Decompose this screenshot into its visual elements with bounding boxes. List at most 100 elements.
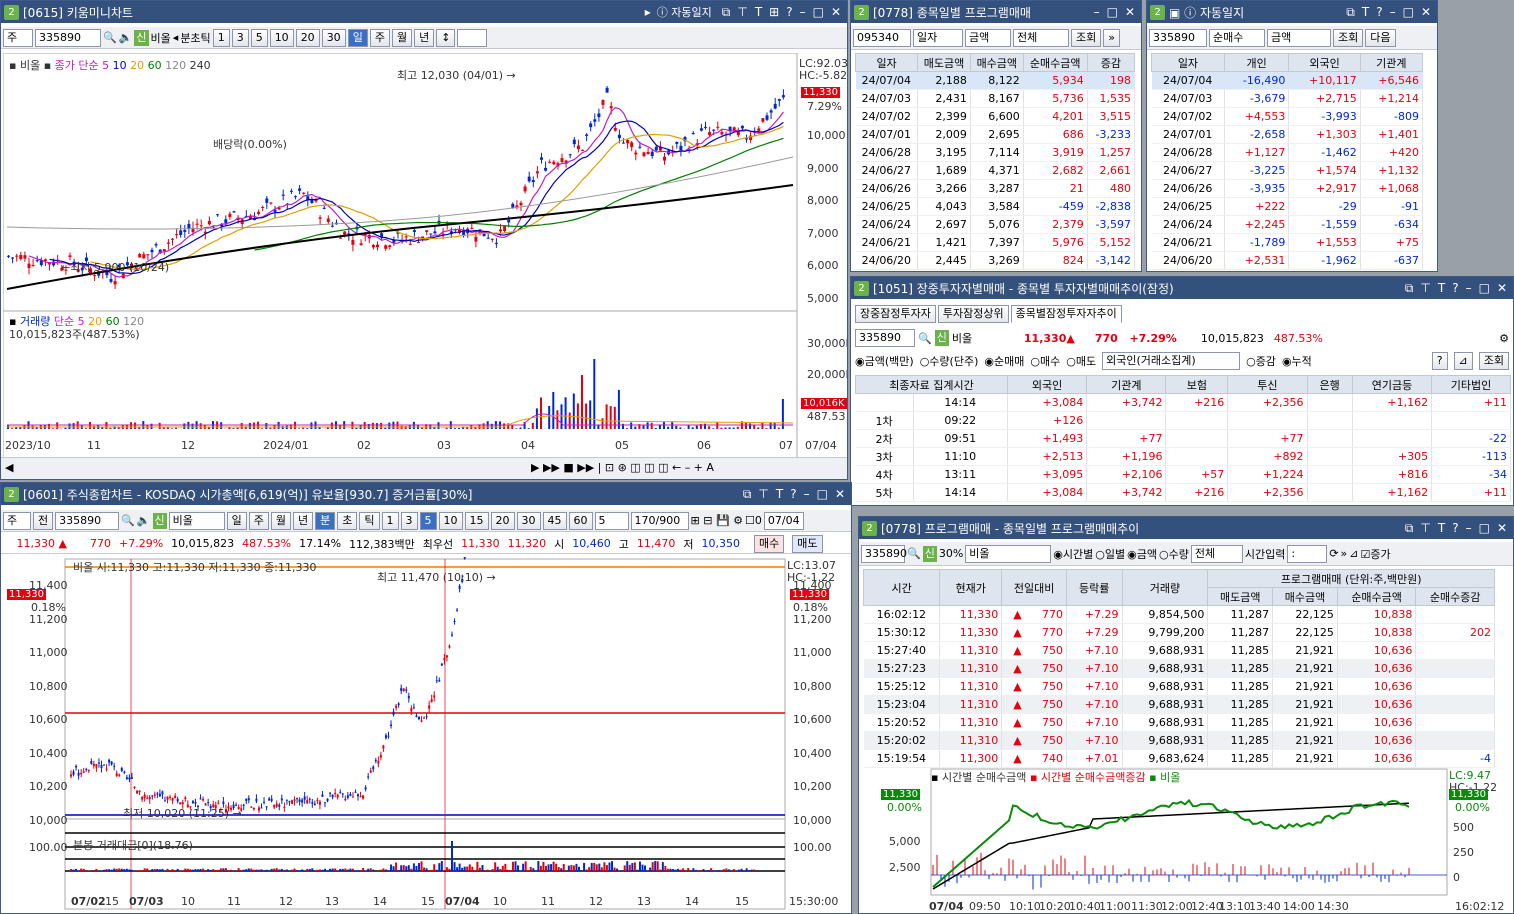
minute-button[interactable]: 분: [315, 511, 336, 530]
title-bar[interactable]: 2 ▣ ⓘ 자동일지 ⧉ T? – □ ✕: [1147, 1, 1437, 23]
code-input[interactable]: 335890: [1149, 28, 1207, 47]
auto-log-button[interactable]: ⓘ 자동일지: [657, 4, 712, 20]
code-input[interactable]: 335890: [861, 544, 907, 563]
year-button[interactable]: 년: [414, 28, 435, 47]
table-row[interactable]: 24/06/25 4,043 3,584 -459 -2,838: [855, 197, 1136, 216]
minimize-icon[interactable]: –: [1390, 5, 1396, 20]
title-bar[interactable]: 2 [0778] 종목일별 프로그램매매 – □ ✕: [851, 1, 1141, 23]
title-bar[interactable]: 2 [1051] 장중투자자별매매 - 종목별 투자자별매매추이(잠정) ⧉ ⊤ T…: [851, 277, 1513, 299]
maximize-icon[interactable]: □: [817, 487, 828, 502]
radio-amount[interactable]: ◉금액: [1127, 546, 1157, 562]
table-row[interactable]: 24/07/03 2,431 8,167 5,736 1,535: [855, 89, 1136, 108]
close-icon[interactable]: ✕: [1421, 5, 1431, 20]
table-row[interactable]: 24/06/27 1,689 4,371 2,682 2,661: [855, 161, 1136, 180]
close-icon[interactable]: ✕: [835, 487, 845, 502]
font-icon[interactable]: T: [1362, 5, 1369, 20]
date-input[interactable]: 07/04: [763, 511, 804, 530]
extra-input[interactable]: [457, 28, 488, 47]
search-icon[interactable]: 🔍: [121, 514, 135, 527]
font-icon[interactable]: T: [776, 487, 783, 502]
help-icon[interactable]: ?: [1452, 281, 1458, 296]
period-30[interactable]: 30: [321, 28, 346, 47]
table-row[interactable]: 24/07/04 2,188 8,122 5,934 198: [855, 71, 1136, 90]
table-row[interactable]: 15:27:23 11,310 ▲ 750 +7.10 9,688,931 11,285 21…: [863, 659, 1495, 678]
table-row[interactable]: 24/07/02 2,399 6,600 4,201 3,515: [855, 107, 1136, 126]
interval-input[interactable]: 5: [594, 511, 629, 530]
table-row[interactable]: 15:25:12 11,310 ▲ 750 +7.10 9,688,931 11,285 21…: [863, 677, 1495, 696]
auto-log-label[interactable]: ▣ ⓘ 자동일지: [1169, 4, 1346, 21]
next-icon[interactable]: »: [1103, 28, 1120, 47]
title-bar[interactable]: 2 [0601] 주식종합차트 - KOSDAQ 시가총액[6,619(억)] …: [1, 483, 851, 505]
title-bar[interactable]: 2 [0778] 프로그램매매 - 종목일별 프로그램매매추이 ⧉ ⊤ T? – □ ✕: [859, 517, 1513, 539]
table-row[interactable]: 24/06/26 -3,935 +2,917 +1,068: [1151, 179, 1424, 198]
table-row[interactable]: 15:20:02 11,310 ▲ 750 +7.10 9,688,931 11,285 21…: [863, 731, 1495, 750]
table-row[interactable]: 24/06/26 3,266 3,287 21 480: [855, 179, 1136, 198]
pin-icon[interactable]: ⊤: [1420, 281, 1430, 296]
minute-price-chart[interactable]: [3, 557, 849, 913]
table-row[interactable]: 15:27:40 11,310 ▲ 750 +7.10 9,688,931 11,285 21…: [863, 641, 1495, 660]
scope-select[interactable]: 전체: [1013, 28, 1069, 47]
maximize-icon[interactable]: □: [813, 5, 824, 20]
unit-select[interactable]: 금액: [1267, 28, 1331, 47]
time-input[interactable]: :: [1287, 544, 1328, 563]
table-row[interactable]: 14:14 +3,084 +3,742 +216 +2,356 +1,162 +11: [855, 393, 1511, 412]
table-row[interactable]: 24/07/04 -16,490 +10,117 +6,546: [1151, 71, 1424, 90]
mins-label[interactable]: 분초틱: [180, 30, 210, 46]
pin-icon[interactable]: ⊤: [1420, 521, 1430, 536]
table-row[interactable]: 3차 11:10 +2,513 +1,196 +892 +305 -113: [855, 447, 1511, 466]
maximize-icon[interactable]: □: [1479, 521, 1490, 536]
speaker-icon[interactable]: 🔈: [119, 31, 133, 44]
tick-button[interactable]: 틱: [359, 511, 380, 530]
interval-45[interactable]: 45: [542, 511, 567, 530]
table-row[interactable]: 15:23:04 11,310 ▲ 750 +7.10 9,688,931 11,285 21…: [863, 695, 1495, 714]
mini-chart-scrollbar[interactable]: ◀ ▶ ▶▶ ■ ▶▶ | ⊡ ⊛ ◫ ◫ ◫ ← – + A: [1, 457, 847, 479]
table-row[interactable]: 15:20:52 11,310 ▲ 750 +7.10 9,688,931 11,285 21…: [863, 713, 1495, 732]
chart-icon[interactable]: ⊿: [1349, 547, 1358, 560]
table-row[interactable]: 24/06/24 +2,245 -1,559 -634: [1151, 215, 1424, 234]
table-row[interactable]: 15:30:12 11,330 ▲ 770 +7.29 9,799,200 11,287 22…: [863, 623, 1495, 642]
table-row[interactable]: 16:02:12 11,330 ▲ 770 +7.29 9,854,500 11,287 22…: [863, 605, 1495, 624]
restore-icon[interactable]: ⧉: [722, 5, 731, 20]
table-row[interactable]: 24/07/02 +4,553 -3,993 -809: [1151, 107, 1424, 126]
interval-30[interactable]: 30: [516, 511, 541, 530]
mode-select[interactable]: 순매수: [1209, 28, 1265, 47]
code-input[interactable]: 335890: [35, 28, 101, 47]
day-button[interactable]: 일: [226, 511, 247, 530]
help-button[interactable]: ?: [1431, 352, 1448, 370]
period-type-select[interactable]: 주: [3, 28, 33, 47]
search-icon[interactable]: 🔍: [918, 332, 932, 345]
restore-icon[interactable]: ⧉: [1405, 281, 1414, 296]
month-button[interactable]: 월: [270, 511, 292, 530]
table-row[interactable]: 24/06/28 +1,127 -1,462 +420: [1151, 143, 1424, 162]
scroll-left-icon[interactable]: ◀: [5, 461, 13, 474]
tab-top[interactable]: 투자잠정상위: [937, 305, 1009, 323]
grid-icon[interactable]: ⊞: [769, 5, 779, 20]
query-button[interactable]: 조회: [1478, 352, 1509, 370]
font-icon[interactable]: T: [755, 5, 762, 20]
unit-select[interactable]: 금액: [965, 28, 1011, 47]
table-row[interactable]: 24/06/28 3,195 7,114 3,919 1,257: [855, 143, 1136, 162]
table-row[interactable]: 24/06/25 +222 -29 -91: [1151, 197, 1424, 216]
tab-by-stock[interactable]: 종목별잠정투자자추이: [1010, 305, 1122, 323]
code-input[interactable]: 095340: [853, 28, 911, 47]
search-icon[interactable]: 🔍: [103, 31, 117, 44]
chart-button[interactable]: ⊿: [1453, 352, 1473, 370]
table-row[interactable]: 24/06/27 -3,225 +1,574 +1,132: [1151, 161, 1424, 180]
radio-cum[interactable]: ◉누적: [1282, 353, 1312, 369]
play-icon[interactable]: ▸: [645, 5, 651, 19]
close-icon[interactable]: ✕: [1497, 281, 1507, 296]
help-icon[interactable]: ?: [1376, 5, 1382, 20]
settings-icon[interactable]: ⚙: [1499, 332, 1509, 345]
restore-icon[interactable]: ⧉: [743, 487, 752, 502]
code-input[interactable]: 335890: [855, 329, 915, 347]
period-10[interactable]: 10: [269, 28, 294, 47]
help-icon[interactable]: ?: [1452, 521, 1458, 536]
minimize-icon[interactable]: –: [1466, 281, 1472, 296]
tab-intraday[interactable]: 장중잠정투자자: [855, 305, 936, 323]
interval-15[interactable]: 15: [464, 511, 489, 530]
table-row[interactable]: 24/06/20 2,445 3,269 824 -3,142: [855, 251, 1136, 270]
scope-select[interactable]: 전체: [1190, 544, 1243, 563]
refresh-icon[interactable]: ⟳: [1329, 547, 1338, 560]
nav-icons[interactable]: ▶ ▶▶ ■ ▶▶ | ⊡ ⊛ ◫ ◫ ◫ ← – + A: [531, 461, 714, 474]
table-row[interactable]: 2차 09:51 +1,493 +77 +77 -22: [855, 429, 1511, 448]
